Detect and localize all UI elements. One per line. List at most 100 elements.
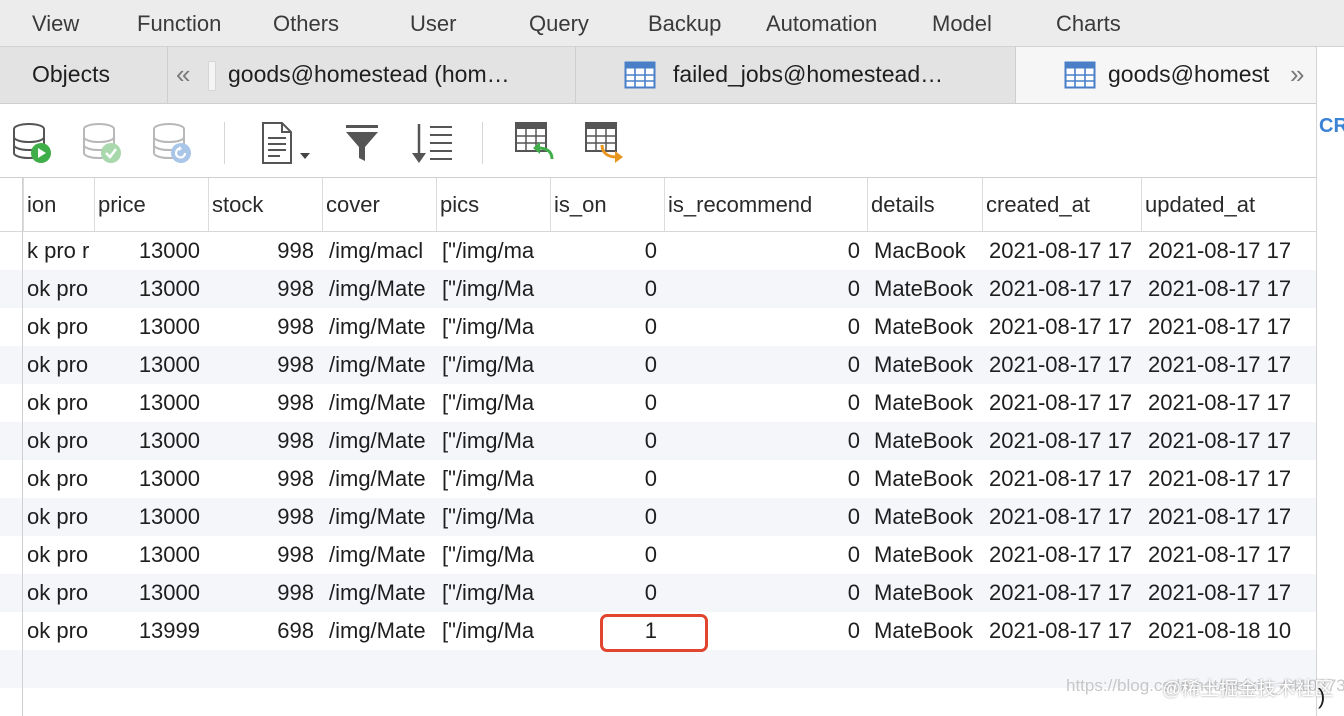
- cell-name[interactable]: ok pro: [27, 612, 89, 650]
- cell-cover[interactable]: /img/Mate: [329, 308, 430, 346]
- cell-updated-at[interactable]: 2021-08-17 17: [1148, 270, 1308, 308]
- rollback-icon[interactable]: [152, 121, 194, 165]
- commit-icon[interactable]: [82, 121, 124, 165]
- cell-cover[interactable]: /img/Mate: [329, 384, 430, 422]
- cell-cover[interactable]: /img/Mate: [329, 346, 430, 384]
- col-header-cover[interactable]: cover: [322, 178, 436, 231]
- cell-name[interactable]: ok pro: [27, 460, 89, 498]
- cell-stock[interactable]: 998: [212, 536, 314, 574]
- import-icon[interactable]: [514, 121, 556, 165]
- menu-automation[interactable]: Automation: [766, 11, 877, 37]
- cell-updated-at[interactable]: 2021-08-17 17: [1148, 384, 1308, 422]
- cell-updated-at[interactable]: 2021-08-17 17: [1148, 422, 1308, 460]
- col-header-pics[interactable]: pics: [436, 178, 550, 231]
- cell-is-on[interactable]: 0: [560, 574, 657, 612]
- cell-created-at[interactable]: 2021-08-17 17: [989, 422, 1135, 460]
- menu-model[interactable]: Model: [932, 11, 992, 37]
- cell-price[interactable]: 13000: [96, 270, 200, 308]
- filter-icon[interactable]: [344, 121, 380, 165]
- cell-price[interactable]: 13000: [96, 536, 200, 574]
- cell-stock[interactable]: 998: [212, 232, 314, 270]
- cell-pics[interactable]: ["/img/Ma: [442, 498, 544, 536]
- cell-cover[interactable]: /img/Mate: [329, 498, 430, 536]
- cell-name[interactable]: ok pro: [27, 536, 89, 574]
- cell-created-at[interactable]: 2021-08-17 17: [989, 232, 1135, 270]
- cell-stock[interactable]: 998: [212, 270, 314, 308]
- cell-pics[interactable]: ["/img/Ma: [442, 346, 544, 384]
- menu-view[interactable]: View: [32, 11, 79, 37]
- cell-updated-at[interactable]: 2021-08-17 17: [1148, 346, 1308, 384]
- cell-created-at[interactable]: 2021-08-17 17: [989, 574, 1135, 612]
- cell-updated-at[interactable]: 2021-08-17 17: [1148, 498, 1308, 536]
- sort-icon[interactable]: [410, 121, 454, 165]
- menu-query[interactable]: Query: [529, 11, 589, 37]
- cell-is-on[interactable]: 0: [560, 232, 657, 270]
- cell-cover[interactable]: /img/Mate: [329, 422, 430, 460]
- col-header-updated-at[interactable]: updated_at: [1141, 178, 1316, 231]
- cell-stock[interactable]: 998: [212, 422, 314, 460]
- cell-price[interactable]: 13000: [96, 232, 200, 270]
- menu-charts[interactable]: Charts: [1056, 11, 1121, 37]
- cell-pics[interactable]: ["/img/Ma: [442, 612, 544, 650]
- cell-created-at[interactable]: 2021-08-17 17: [989, 384, 1135, 422]
- cell-cover[interactable]: /img/Mate: [329, 270, 430, 308]
- cell-price[interactable]: 13000: [96, 498, 200, 536]
- table-row[interactable]: ok pro 13000 998/img/Mate ["/img/Ma 0 0 MateBo…: [0, 384, 1316, 422]
- cell-cover[interactable]: /img/Mate: [329, 460, 430, 498]
- tab-objects[interactable]: Objects: [0, 47, 168, 103]
- cell-details[interactable]: MateBook: [874, 270, 976, 308]
- cell-pics[interactable]: ["/img/Ma: [442, 460, 544, 498]
- cell-updated-at[interactable]: 2021-08-18 10: [1148, 612, 1308, 650]
- cell-is-on[interactable]: 0: [560, 270, 657, 308]
- cell-is-recommend[interactable]: 0: [670, 270, 860, 308]
- cell-details[interactable]: MateBook: [874, 574, 976, 612]
- cell-created-at[interactable]: 2021-08-17 17: [989, 498, 1135, 536]
- cell-details[interactable]: MateBook: [874, 422, 976, 460]
- cell-is-recommend[interactable]: 0: [670, 384, 860, 422]
- cell-is-recommend[interactable]: 0: [670, 422, 860, 460]
- cell-price[interactable]: 13000: [96, 460, 200, 498]
- cell-details[interactable]: MateBook: [874, 308, 976, 346]
- col-header-name[interactable]: ion: [23, 178, 94, 231]
- cell-price[interactable]: 13000: [96, 346, 200, 384]
- table-row[interactable]: ok pro 13000 998/img/Mate ["/img/Ma 0 0 MateBo…: [0, 536, 1316, 574]
- cell-price[interactable]: 13000: [96, 574, 200, 612]
- cell-stock[interactable]: 998: [212, 384, 314, 422]
- cell-pics[interactable]: ["/img/Ma: [442, 536, 544, 574]
- cell-pics[interactable]: ["/img/Ma: [442, 422, 544, 460]
- table-row[interactable]: ok pro 13000 998/img/Mate ["/img/Ma 0 0 MateBo…: [0, 574, 1316, 612]
- cell-created-at[interactable]: 2021-08-17 17: [989, 612, 1135, 650]
- table-row[interactable]: k pro r 13000 998/img/macl ["/img/ma 0 0 MacBo…: [0, 232, 1316, 270]
- col-header-is-on[interactable]: is_on: [550, 178, 664, 231]
- cell-pics[interactable]: ["/img/Ma: [442, 308, 544, 346]
- begin-transaction-icon[interactable]: [12, 121, 54, 165]
- cell-is-recommend[interactable]: 0: [670, 346, 860, 384]
- cell-name[interactable]: ok pro: [27, 574, 89, 612]
- table-row[interactable]: ok pro 13000 998/img/Mate ["/img/Ma 0 0 MateBo…: [0, 460, 1316, 498]
- cell-stock[interactable]: 998: [212, 460, 314, 498]
- cell-is-recommend[interactable]: 0: [670, 232, 860, 270]
- cell-is-recommend[interactable]: 0: [670, 308, 860, 346]
- cell-updated-at[interactable]: 2021-08-17 17: [1148, 536, 1308, 574]
- cell-cover[interactable]: /img/Mate: [329, 574, 430, 612]
- cell-stock[interactable]: 698: [212, 612, 314, 650]
- cell-name[interactable]: ok pro: [27, 270, 89, 308]
- cell-name[interactable]: ok pro: [27, 346, 89, 384]
- cell-price[interactable]: 13999: [96, 612, 200, 650]
- cell-stock[interactable]: 998: [212, 346, 314, 384]
- cell-pics[interactable]: ["/img/Ma: [442, 270, 544, 308]
- cell-is-on[interactable]: 0: [560, 308, 657, 346]
- cell-stock[interactable]: 998: [212, 308, 314, 346]
- cell-is-on[interactable]: 0: [560, 536, 657, 574]
- double-chevron-left-icon[interactable]: «: [176, 59, 190, 89]
- cell-stock[interactable]: 998: [212, 574, 314, 612]
- col-header-details[interactable]: details: [867, 178, 982, 231]
- table-row[interactable]: ok pro 13000 998/img/Mate ["/img/Ma 0 0 MateBo…: [0, 308, 1316, 346]
- menu-function[interactable]: Function: [137, 11, 221, 37]
- cell-cover[interactable]: /img/macl: [329, 232, 430, 270]
- tab-goods-1[interactable]: « goods@homestead (hom…: [168, 47, 576, 103]
- cell-name[interactable]: ok pro: [27, 384, 89, 422]
- cell-is-on[interactable]: 0: [560, 498, 657, 536]
- table-row[interactable]: ok pro 13000 998/img/Mate ["/img/Ma 0 0 MateBo…: [0, 270, 1316, 308]
- cell-is-recommend[interactable]: 0: [670, 574, 860, 612]
